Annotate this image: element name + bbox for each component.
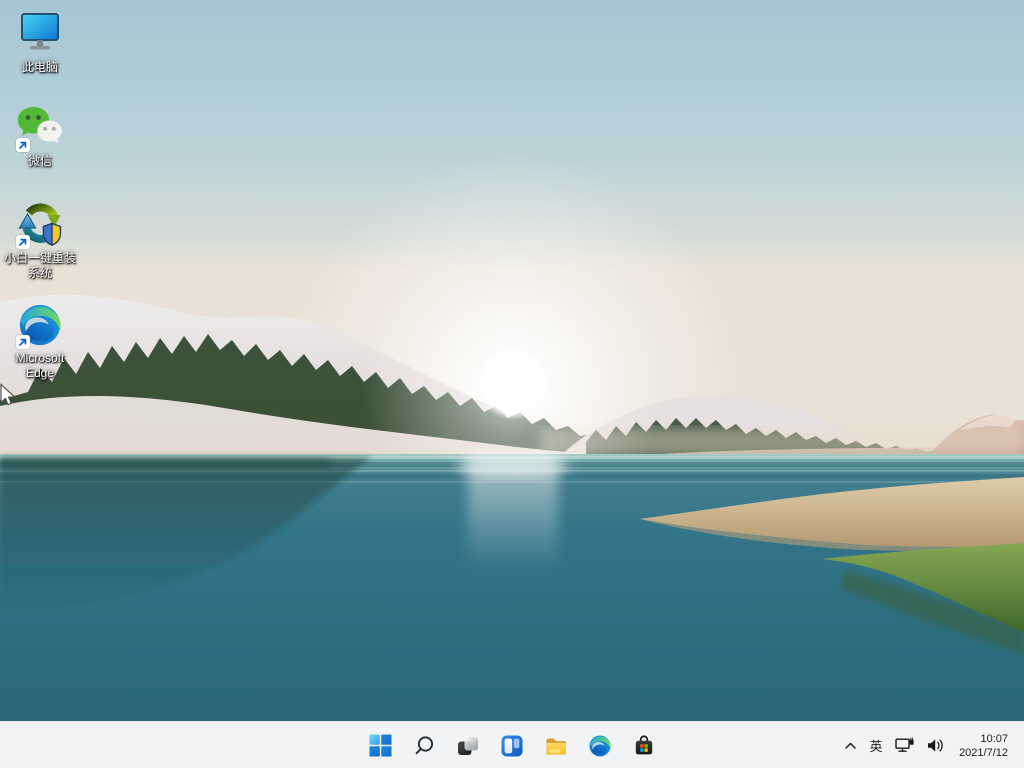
- wallpaper: [0, 0, 1024, 768]
- desktop-icon-label: Microsoft Edge: [2, 351, 78, 381]
- desktop-icon-this-pc[interactable]: 此电脑: [1, 10, 79, 75]
- speaker-icon: [927, 738, 945, 753]
- windows-logo-icon: [369, 734, 392, 757]
- network-button[interactable]: [889, 726, 921, 766]
- store-button[interactable]: [624, 726, 664, 766]
- desktop[interactable]: 此电脑 微信: [0, 0, 1024, 768]
- edge-icon: [588, 734, 612, 758]
- volume-button[interactable]: [921, 726, 951, 766]
- ethernet-icon: [895, 737, 915, 754]
- desktop-icon-microsoft-edge[interactable]: Microsoft Edge: [1, 301, 79, 381]
- clock-button[interactable]: 10:07 2021/7/12: [951, 726, 1010, 766]
- start-button[interactable]: [360, 726, 400, 766]
- sun: [476, 346, 550, 420]
- file-explorer-button[interactable]: [536, 726, 576, 766]
- shortcut-arrow-icon: [16, 335, 30, 349]
- taskbar-center: [360, 722, 664, 768]
- search-icon: [412, 734, 436, 758]
- file-explorer-icon: [544, 734, 568, 758]
- shortcut-arrow-icon: [16, 235, 30, 249]
- chevron-up-icon: [844, 741, 857, 751]
- hidden-icons-button[interactable]: [838, 726, 863, 766]
- edge-icon: [17, 301, 63, 349]
- taskbar-tray: 英 10:07: [838, 722, 1024, 768]
- shortcut-arrow-icon: [16, 138, 30, 152]
- desktop-icon-label: 小白一键重装系统: [2, 251, 78, 281]
- store-icon: [632, 734, 656, 758]
- taskbar: 英 10:07: [0, 721, 1024, 768]
- this-pc-icon: [17, 10, 63, 58]
- xiaobai-reinstall-icon: [17, 201, 63, 249]
- widgets-button[interactable]: [492, 726, 532, 766]
- task-view-button[interactable]: [448, 726, 488, 766]
- edge-button[interactable]: [580, 726, 620, 766]
- desktop-icon-wechat[interactable]: 微信: [1, 104, 79, 169]
- desktop-icon-xiaobai-reinstall[interactable]: 小白一键重装系统: [1, 201, 79, 281]
- task-view-icon: [456, 734, 480, 758]
- clock-time: 10:07: [980, 732, 1008, 746]
- desktop-icon-label: 此电脑: [22, 60, 58, 75]
- ime-label: 英: [870, 736, 883, 755]
- widgets-icon: [500, 734, 524, 758]
- clock-date: 2021/7/12: [959, 746, 1008, 760]
- search-button[interactable]: [404, 726, 444, 766]
- wechat-icon: [17, 104, 63, 152]
- ime-language-button[interactable]: 英: [863, 726, 889, 766]
- desktop-icon-label: 微信: [28, 154, 52, 169]
